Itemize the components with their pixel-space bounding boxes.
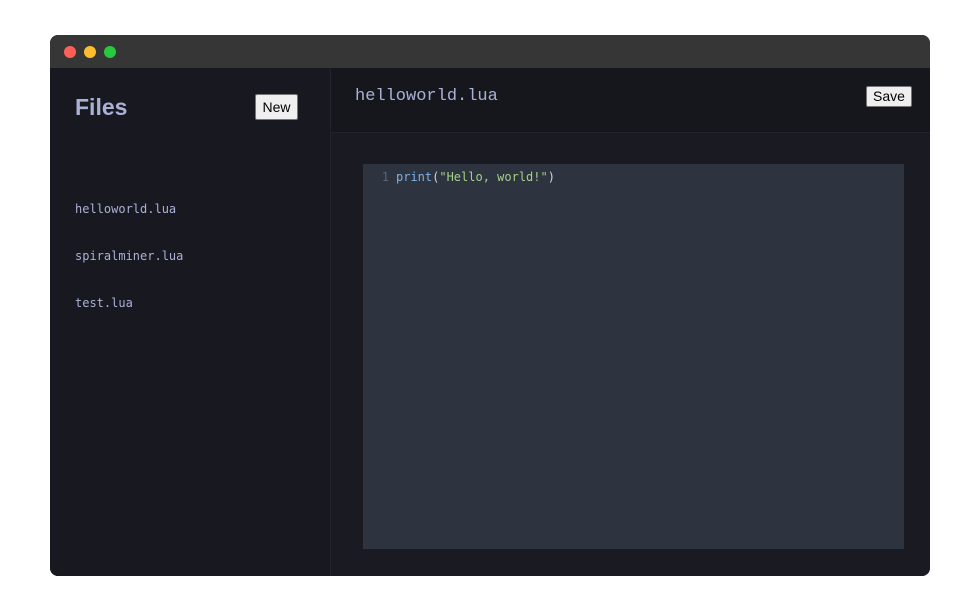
editor-pane: helloworld.lua Save 1 print("Hello, worl… — [331, 68, 930, 576]
code-editor[interactable]: 1 print("Hello, world!") — [363, 164, 904, 549]
code-token-string: "Hello, world!" — [439, 170, 548, 184]
new-file-button[interactable]: New — [255, 94, 298, 120]
file-sidebar: Files New helloworld.lua spiralminer.lua… — [50, 68, 331, 576]
code-token-paren-close: ) — [547, 170, 555, 184]
file-list-item[interactable]: spiralminer.lua — [75, 249, 183, 263]
code-token-function: print — [396, 170, 433, 184]
editor-header: helloworld.lua Save — [331, 68, 930, 133]
sidebar-title: Files — [75, 94, 128, 120]
save-button[interactable]: Save — [866, 86, 912, 107]
file-list-item[interactable]: test.lua — [75, 296, 133, 310]
app-window: Files New helloworld.lua spiralminer.lua… — [50, 35, 930, 576]
open-filename: helloworld.lua — [355, 87, 498, 106]
close-window-button[interactable] — [64, 46, 76, 58]
line-number: 1 — [381, 170, 389, 184]
window-titlebar — [50, 35, 930, 68]
maximize-window-button[interactable] — [104, 46, 116, 58]
file-list-item[interactable]: helloworld.lua — [75, 202, 176, 216]
code-text[interactable]: print("Hello, world!") — [396, 169, 555, 185]
minimize-window-button[interactable] — [84, 46, 96, 58]
